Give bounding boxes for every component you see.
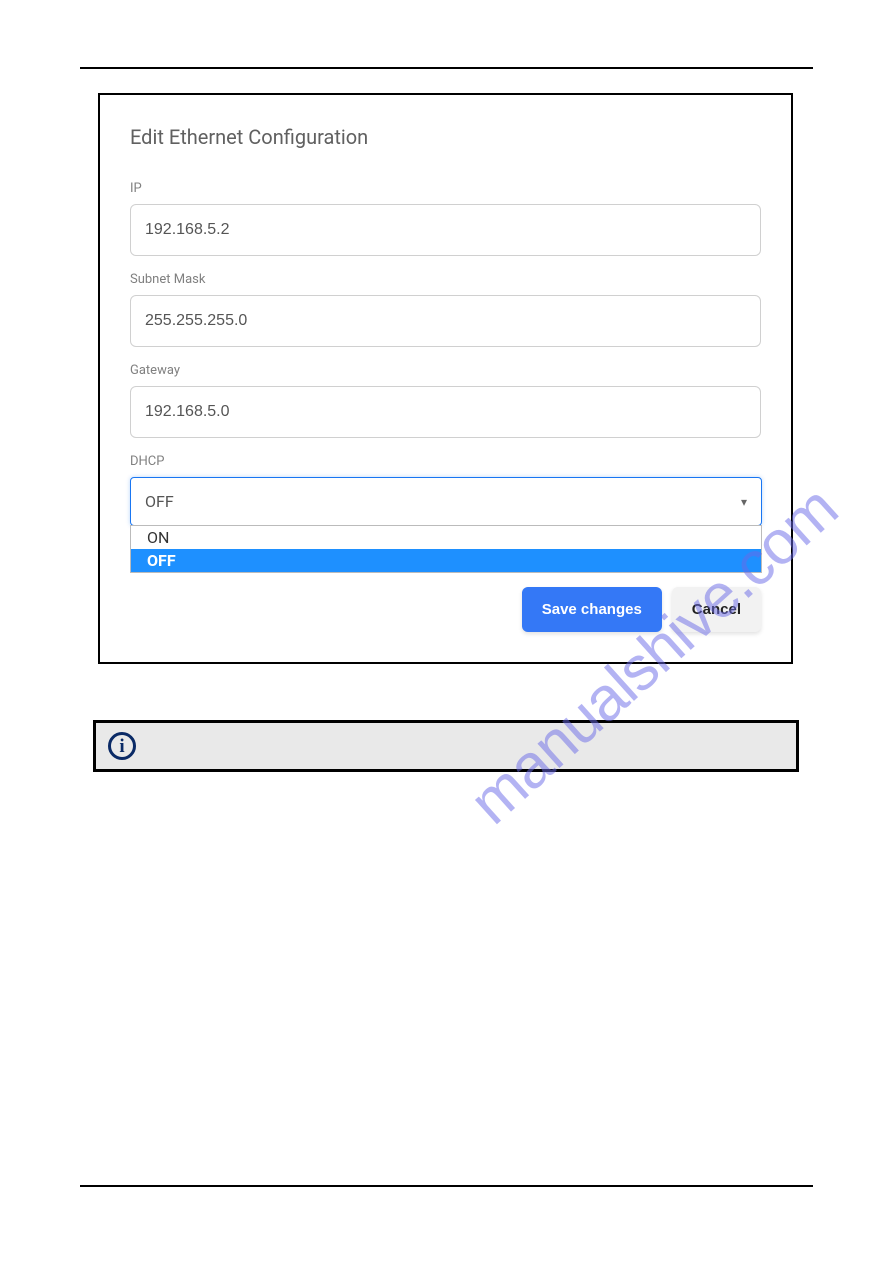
gateway-field-group: Gateway <box>130 363 761 438</box>
edit-ethernet-dialog: Edit Ethernet Configuration IP Subnet Ma… <box>98 93 793 664</box>
dhcp-dropdown-list: ON OFF <box>130 525 762 573</box>
chevron-down-icon: ▾ <box>741 495 747 509</box>
dhcp-label: DHCP <box>130 454 761 469</box>
ip-field-group: IP <box>130 181 761 256</box>
dhcp-select[interactable]: OFF ▾ <box>130 477 762 526</box>
dhcp-option-on[interactable]: ON <box>131 526 761 549</box>
info-icon: i <box>108 732 136 760</box>
cancel-button[interactable]: Cancel <box>672 587 761 632</box>
ip-input[interactable] <box>130 204 761 256</box>
dialog-title: Edit Ethernet Configuration <box>130 125 761 149</box>
dhcp-select-value: OFF <box>145 492 174 511</box>
bottom-divider <box>80 1185 813 1187</box>
dhcp-option-off[interactable]: OFF <box>131 549 761 572</box>
gateway-input[interactable] <box>130 386 761 438</box>
subnet-label: Subnet Mask <box>130 272 761 287</box>
subnet-field-group: Subnet Mask <box>130 272 761 347</box>
dhcp-field-group: DHCP OFF ▾ ON OFF <box>130 454 761 573</box>
subnet-input[interactable] <box>130 295 761 347</box>
save-button[interactable]: Save changes <box>522 587 662 632</box>
gateway-label: Gateway <box>130 363 761 378</box>
ip-label: IP <box>130 181 761 196</box>
top-divider <box>80 67 813 69</box>
info-bar: i <box>93 720 799 772</box>
